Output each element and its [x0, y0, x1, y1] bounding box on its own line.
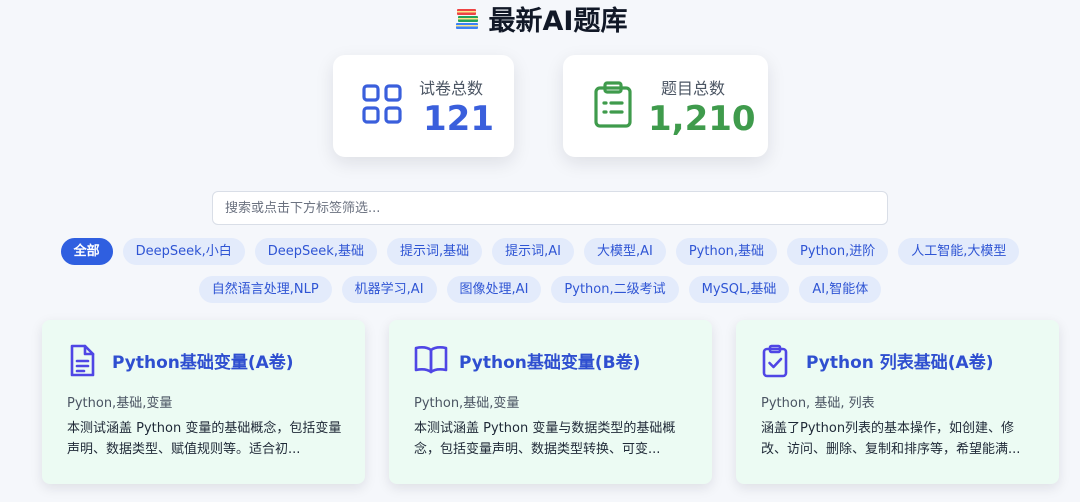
page-title-text: 最新AI题库 [488, 6, 628, 37]
tag-python-exam[interactable]: Python,二级考试 [551, 276, 679, 303]
clipboard-check-icon [761, 344, 789, 382]
stat-questions-value: 1,210 [648, 99, 756, 139]
quiz-card-tags: Python,基础,变量 [414, 396, 520, 411]
quiz-card[interactable]: Python基础变量(A卷) Python,基础,变量 本测试涵盖 Python… [42, 320, 365, 484]
search-input[interactable] [212, 191, 888, 225]
tag-row-1: 全部 DeepSeek,小白 DeepSeek,基础 提示词,基础 提示词,AI… [0, 238, 1080, 265]
tag-deepseek-beginner[interactable]: DeepSeek,小白 [122, 238, 245, 265]
quiz-card[interactable]: Python 列表基础(A卷) Python, 基础, 列表 涵盖了Python… [736, 320, 1059, 484]
tag-python-basic[interactable]: Python,基础 [675, 238, 778, 265]
tag-ml-ai[interactable]: 机器学习,AI [341, 276, 437, 303]
quiz-card-description: 本测试涵盖 Python 变量的基础概念，包括变量声明、数据类型、赋值规则等。适… [67, 421, 342, 457]
tag-llm-ai[interactable]: 大模型,AI [583, 238, 666, 265]
tag-all[interactable]: 全部 [60, 238, 113, 265]
stat-papers-label: 试卷总数 [419, 79, 484, 98]
tag-mysql-basic[interactable]: MySQL,基础 [688, 276, 790, 303]
tag-python-advanced[interactable]: Python,进阶 [787, 238, 889, 265]
grid-icon [361, 83, 403, 129]
open-book-icon [414, 344, 448, 378]
books-icon [453, 4, 481, 42]
quiz-card-title[interactable]: Python 列表基础(A卷) [806, 348, 993, 373]
clipboard-icon [593, 81, 633, 133]
tag-prompt-ai[interactable]: 提示词,AI [492, 238, 574, 265]
stat-papers-value: 121 [423, 99, 494, 139]
quiz-card-title[interactable]: Python基础变量(A卷) [112, 348, 294, 373]
stat-card-questions: 题目总数 1,210 [563, 55, 768, 157]
quiz-card-title[interactable]: Python基础变量(B卷) [459, 348, 640, 373]
tag-prompt-basic[interactable]: 提示词,基础 [386, 238, 483, 265]
tag-image-ai[interactable]: 图像处理,AI [446, 276, 542, 303]
quiz-card-tags: Python, 基础, 列表 [761, 396, 875, 411]
page-title: 最新AI题库 [0, 4, 1080, 42]
tag-ai-agent[interactable]: AI,智能体 [799, 276, 882, 303]
stat-questions-label: 题目总数 [661, 79, 726, 98]
quiz-card[interactable]: Python基础变量(B卷) Python,基础,变量 本测试涵盖 Python… [389, 320, 712, 484]
tag-ai-llm[interactable]: 人工智能,大模型 [898, 238, 1020, 265]
tag-deepseek-basic[interactable]: DeepSeek,基础 [254, 238, 377, 265]
tag-nlp[interactable]: 自然语言处理,NLP [198, 276, 332, 303]
quiz-card-tags: Python,基础,变量 [67, 396, 173, 411]
tag-row-2: 自然语言处理,NLP 机器学习,AI 图像处理,AI Python,二级考试 M… [0, 276, 1080, 303]
document-icon [67, 344, 97, 382]
quiz-card-description: 本测试涵盖 Python 变量与数据类型的基础概念，包括变量声明、数据类型转换、… [414, 421, 676, 457]
quiz-card-description: 涵盖了Python列表的基本操作，如创建、修改、访问、删除、复制和排序等，希望能… [761, 421, 1021, 457]
stat-card-papers: 试卷总数 121 [333, 55, 514, 157]
